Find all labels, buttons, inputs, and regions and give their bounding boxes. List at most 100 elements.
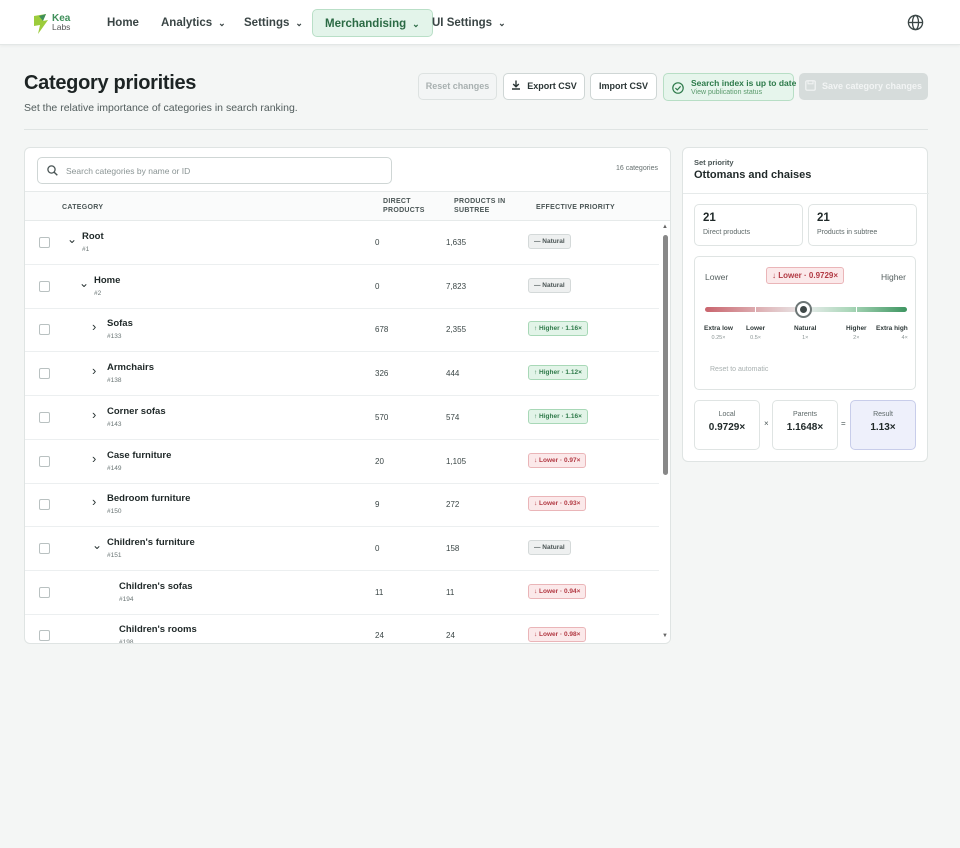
- status-link[interactable]: View publication status: [691, 89, 762, 96]
- column-category[interactable]: CATEGORY: [62, 203, 103, 212]
- chevron-down-icon: ⌄: [218, 18, 226, 28]
- category-name[interactable]: Bedroom furniture: [107, 493, 190, 504]
- stop-lower[interactable]: Lower 0.5×: [746, 325, 765, 341]
- table-row[interactable]: › Bedroom furniture #150 9 272 ↓ Lower · 0.93…: [25, 483, 659, 528]
- table-row[interactable]: ⌄ Children's furniture #151 0 158 — Natural: [25, 527, 659, 571]
- index-status-badge[interactable]: Search index is up to date View publicat…: [663, 73, 797, 101]
- category-id: #138: [107, 377, 122, 385]
- times-operator: ×: [764, 419, 769, 428]
- row-checkbox[interactable]: [39, 586, 50, 598]
- reset-changes-button[interactable]: Reset changes: [418, 73, 497, 100]
- scroll-up-icon[interactable]: ▲: [662, 224, 668, 230]
- table-row[interactable]: ⌄ Home #2 0 7,823 — Natural: [25, 265, 659, 309]
- table-row[interactable]: › Sofas #133 678 2,355 ↑ Higher · 1.16×: [25, 308, 659, 353]
- search-input[interactable]: [66, 162, 386, 180]
- row-checkbox[interactable]: [39, 368, 50, 380]
- column-direct-products[interactable]: DIRECT PRODUCTS: [383, 197, 425, 215]
- export-csv-button[interactable]: Export CSV: [503, 73, 585, 100]
- priority-slider-box: Lower ↓ Lower · 0.9729× Higher Extra low…: [694, 256, 916, 390]
- subtree-products-value: 272: [446, 500, 460, 510]
- nav-merchandising[interactable]: Merchandising ⌄: [312, 9, 433, 37]
- chevron-right-icon[interactable]: ›: [92, 364, 101, 377]
- nav-settings[interactable]: Settings ⌄: [232, 9, 315, 37]
- table-row[interactable]: › Case furniture #149 20 1,105 ↓ Lower · 0.97…: [25, 440, 659, 484]
- nav-analytics[interactable]: Analytics ⌄: [149, 9, 238, 37]
- priority-badge: ↓ Lower · 0.98×: [528, 627, 587, 643]
- category-name[interactable]: Corner sofas: [107, 406, 166, 417]
- subtree-products-value: 1,635: [446, 238, 467, 247]
- category-name[interactable]: Sofas: [107, 318, 133, 329]
- page-title: Category priorities: [24, 72, 197, 94]
- table-scrollbar[interactable]: ▲ ▼: [659, 221, 670, 643]
- row-checkbox[interactable]: [39, 280, 50, 292]
- logo-text: Kea Labs: [52, 13, 71, 32]
- chevron-right-icon[interactable]: ›: [92, 452, 101, 465]
- category-name[interactable]: Children's sofas: [119, 581, 193, 592]
- import-csv-button[interactable]: Import CSV: [590, 73, 657, 100]
- globe-icon[interactable]: [907, 14, 924, 31]
- table-body: ⌄ Root #1 0 1,635 — Natural ⌄ Home #2 0 7,823 — Nat…: [25, 221, 659, 643]
- chevron-down-icon[interactable]: ⌄: [92, 539, 102, 551]
- nav-ui-settings[interactable]: UI Settings ⌄: [420, 9, 518, 37]
- check-circle-icon: [672, 82, 684, 94]
- category-id: #149: [107, 464, 122, 472]
- chevron-down-icon: ⌄: [498, 18, 506, 28]
- nav-home[interactable]: Home: [95, 9, 151, 37]
- category-name[interactable]: Case furniture: [107, 450, 171, 461]
- scrollbar-thumb[interactable]: [663, 235, 668, 475]
- category-table-card: 16 categories CATEGORY DIRECTPRODUCTS PR…: [24, 147, 671, 644]
- category-id: #151: [107, 551, 122, 559]
- chevron-right-icon[interactable]: ›: [92, 408, 101, 421]
- stop-extra-high[interactable]: Extra high 4×: [876, 325, 908, 341]
- row-checkbox[interactable]: [39, 630, 50, 642]
- column-effective-priority[interactable]: EFFECTIVE PRIORITY: [536, 203, 615, 212]
- table-row[interactable]: Children's sofas #194 11 11 ↓ Lower · 0.94×: [25, 571, 659, 615]
- row-checkbox[interactable]: [39, 324, 50, 336]
- direct-products-value: 24: [375, 631, 384, 641]
- priority-badge: — Natural: [528, 539, 571, 555]
- status-title: Search index is up to date: [691, 78, 797, 88]
- subtree-products-value: 7,823: [446, 281, 467, 291]
- row-checkbox[interactable]: [39, 499, 50, 511]
- chevron-right-icon[interactable]: ›: [92, 320, 101, 333]
- category-name[interactable]: Children's furniture: [107, 537, 195, 548]
- priority-badge: ↑ Higher · 1.16×: [528, 408, 588, 424]
- chevron-down-icon[interactable]: ⌄: [79, 277, 89, 289]
- save-icon: [805, 80, 816, 91]
- category-search[interactable]: [37, 157, 392, 184]
- row-checkbox[interactable]: [39, 411, 50, 423]
- row-checkbox[interactable]: [39, 542, 50, 554]
- column-products-in-subtree[interactable]: PRODUCTS IN SUBTREE: [454, 197, 506, 215]
- category-id: #133: [107, 333, 122, 341]
- priority-badge: ↓ Lower · 0.97×: [528, 452, 587, 468]
- priority-badge: — Natural: [528, 234, 571, 249]
- selected-category-name: Ottomans and chaises: [694, 169, 812, 181]
- direct-products-value: 0: [375, 238, 380, 247]
- table-row[interactable]: ⌄ Root #1 0 1,635 — Natural: [25, 221, 659, 265]
- stop-higher[interactable]: Higher 2×: [846, 325, 867, 341]
- direct-products-value: 326: [375, 369, 389, 379]
- chevron-down-icon: ⌄: [295, 18, 303, 28]
- scroll-down-icon[interactable]: ▼: [662, 633, 668, 639]
- current-priority-badge: ↓ Lower · 0.9729×: [766, 267, 845, 284]
- category-id: #1: [82, 246, 90, 253]
- table-row[interactable]: Children's rooms #198 24 24 ↓ Lower · 0.98×: [25, 614, 659, 643]
- chevron-down-icon: ⌄: [412, 19, 420, 29]
- category-name[interactable]: Armchairs: [107, 362, 154, 373]
- table-row[interactable]: › Armchairs #138 326 444 ↑ Higher · 1.12×: [25, 352, 659, 397]
- priority-slider-handle[interactable]: [795, 301, 813, 318]
- save-category-changes-button[interactable]: Save category changes: [799, 73, 928, 100]
- subtree-products-value: 2,355: [446, 325, 467, 335]
- priority-badge: ↑ Higher · 1.12×: [528, 365, 588, 381]
- category-name[interactable]: Root: [82, 231, 104, 242]
- chevron-right-icon[interactable]: ›: [92, 495, 101, 508]
- row-checkbox[interactable]: [39, 455, 50, 467]
- category-name[interactable]: Children's rooms: [119, 624, 197, 635]
- reset-to-automatic-button[interactable]: Reset to automatic: [710, 366, 768, 373]
- row-checkbox[interactable]: [39, 237, 50, 248]
- table-row[interactable]: › Corner sofas #143 570 574 ↑ Higher · 1.16×: [25, 396, 659, 440]
- stop-extra-low[interactable]: Extra low 0.25×: [704, 325, 733, 341]
- stop-natural[interactable]: Natural 1×: [794, 325, 816, 341]
- category-name[interactable]: Home: [94, 275, 120, 286]
- chevron-down-icon[interactable]: ⌄: [67, 233, 77, 245]
